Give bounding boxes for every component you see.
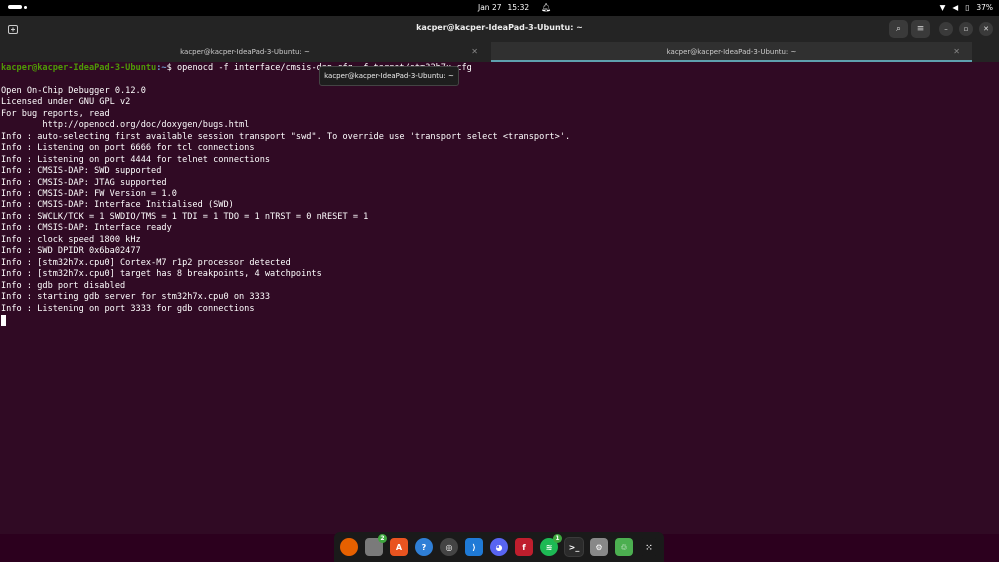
volume-icon: ◀ [952,3,959,12]
terminal-line: Info : CMSIS-DAP: Interface ready [1,223,172,234]
terminal-line: Info : CMSIS-DAP: FW Version = 1.0 [1,188,177,199]
workspace-pill [8,5,22,9]
files-launcher[interactable]: 2 [364,534,387,557]
discord-launcher[interactable]: ◕ [489,537,509,557]
help-icon: ? [415,538,433,556]
terminal-line: Info : SWD DPIDR 0x6ba02477 [1,246,141,257]
minimize-icon: – [944,25,948,33]
prompt-user: kacper@kacper-IdeaPad-3-Ubuntu [1,63,157,73]
vscode-icon: ⟩ [465,538,483,556]
clock-time: 15:32 [507,3,530,12]
clock-date: Jan 27 [478,3,502,12]
terminal-line: Info : starting gdb server for stm32h7x.… [1,292,271,303]
menu-button[interactable]: ≡ [911,20,930,38]
terminal-launcher[interactable]: >_ [564,537,584,557]
close-tab-icon[interactable]: ✕ [953,47,960,56]
wifi-icon: ▼ [939,3,946,12]
dock: 2 A? ◎ ⟩ ◕ f ≋ 1 >_ ⚙ ♲ ⁙ [334,532,664,562]
hamburger-icon: ≡ [916,24,925,34]
close-button[interactable]: ✕ [979,22,993,36]
workspace-dot [24,5,27,9]
terminal-line: Info : gdb port disabled [1,280,126,291]
trash-icon: ♲ [615,538,633,556]
top-bar: Jan 27 15:32 🔔︎ ▼ ◀ ▯ 37% [0,0,999,16]
search-button[interactable]: ⌕ [889,20,908,38]
maximize-icon: ▫ [963,25,969,33]
terminal-output: kacper@kacper-IdeaPad-3-Ubuntu:~$ openoc… [1,63,570,326]
search-icon: ⌕ [895,24,902,34]
settings-icon: ⚙ [590,538,608,556]
app-center-icon: A [390,538,408,556]
battery-percent: 37% [976,3,993,12]
minimize-button[interactable]: – [939,22,953,36]
tab-bar: kacper@kacper-IdeaPad-3-Ubuntu: ~ ✕ kacp… [0,42,999,62]
show-apps-launcher[interactable]: ⁙ [639,537,659,557]
terminal-line: Info : [stm32h7x.cpu0] Cortex-M7 r1p2 pr… [1,257,291,268]
firefox-launcher[interactable] [339,537,359,557]
terminal-line: Info : Listening on port 3333 for gdb co… [1,303,255,314]
battery-icon: ▯ [965,3,970,12]
discord-icon: ◕ [490,538,508,556]
filezilla-launcher[interactable]: f [514,537,534,557]
terminal-line: Info : CMSIS-DAP: Interface Initialised … [1,200,234,211]
filezilla-icon: f [515,538,533,556]
terminal-line: Info : Listening on port 6666 for tcl co… [1,143,255,154]
terminal-line: Info : auto-selecting first available se… [1,131,571,142]
trash-launcher[interactable]: ♲ [614,537,634,557]
tab-2[interactable]: kacper@kacper-IdeaPad-3-Ubuntu: ~ ✕ [491,42,972,62]
tab-tooltip: kacper@kacper-IdeaPad-3-Ubuntu: ~ [319,66,459,86]
tab-label: kacper@kacper-IdeaPad-3-Ubuntu: ~ [666,48,797,56]
notification-badge: 2 [378,534,387,543]
terminal-line: Info : Listening on port 4444 for telnet… [1,154,271,165]
terminal-line: Info : CMSIS-DAP: JTAG supported [1,177,167,188]
terminal-line: Open On-Chip Debugger 0.12.0 [1,85,146,96]
maximize-button[interactable]: ▫ [959,22,973,36]
activities-indicator[interactable] [8,5,27,9]
prompt-path: :~ [156,63,167,73]
firefox-icon [340,538,358,556]
terminal-icon: >_ [565,538,583,556]
tab-1[interactable]: kacper@kacper-IdeaPad-3-Ubuntu: ~ ✕ [0,42,490,62]
terminal-line: Info : [stm32h7x.cpu0] target has 8 brea… [1,269,322,280]
clock[interactable]: Jan 27 15:32 🔔︎ [478,3,551,12]
terminal-line: For bug reports, read [1,108,110,119]
system-tray[interactable]: ▼ ◀ ▯ 37% [940,3,993,13]
obs-icon: ◎ [440,538,458,556]
window-title: kacper@kacper-IdeaPad-3-Ubuntu: ~ [416,23,583,32]
bell-icon: 🔔︎ [541,3,552,12]
terminal-line: Info : clock speed 1800 kHz [1,234,141,245]
notification-badge: 1 [553,534,562,543]
terminal-view[interactable]: kacper@kacper-IdeaPad-3-Ubuntu:~$ openoc… [0,62,999,534]
settings-launcher[interactable]: ⚙ [589,537,609,557]
vscode-launcher[interactable]: ⟩ [464,537,484,557]
terminal-cursor [1,314,6,326]
close-tab-icon[interactable]: ✕ [471,47,478,56]
close-icon: ✕ [983,25,989,33]
tab-label: kacper@kacper-IdeaPad-3-Ubuntu: ~ [180,48,310,56]
window-headerbar: kacper@kacper-IdeaPad-3-Ubuntu: ~ ⌕ ≡ – … [0,16,999,42]
terminal-line: Info : SWCLK/TCK = 1 SWDIO/TMS = 1 TDI =… [1,211,369,222]
terminal-line: Licensed under GNU GPL v2 [1,97,131,108]
show-apps-icon: ⁙ [640,538,658,556]
terminal-line: Info : CMSIS-DAP: SWD supported [1,166,162,177]
obs-launcher[interactable]: ◎ [439,537,459,557]
spotify-launcher[interactable]: ≋ 1 [539,534,562,557]
terminal-line: http://openocd.org/doc/doxygen/bugs.html [1,120,250,131]
help-launcher[interactable]: ? [414,537,434,557]
prompt-symbol: $ [166,63,177,73]
app-center-launcher[interactable]: A [389,537,409,557]
